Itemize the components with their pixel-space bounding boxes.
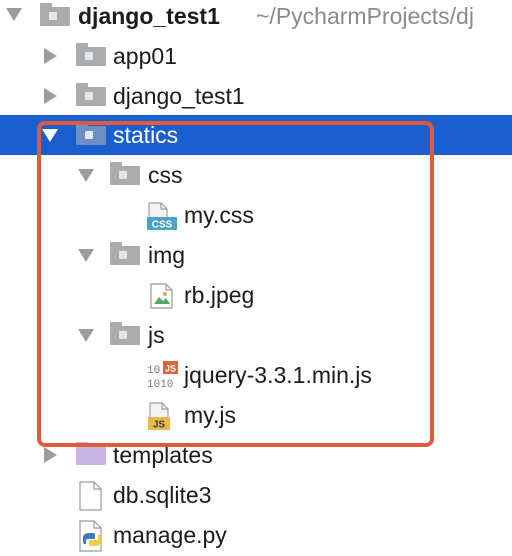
binary-digits: 1010 [147, 379, 173, 390]
tree-item-label: statics [113, 122, 179, 148]
tree-row-templates[interactable]: templates [0, 435, 512, 475]
chevron-down-icon[interactable] [78, 169, 94, 182]
tree-row-css[interactable]: css [0, 155, 512, 195]
tree-item-label: templates [113, 442, 213, 468]
folder-icon [110, 322, 140, 345]
js-badge: JS [165, 364, 176, 374]
tree-item-label: django_test1 [113, 83, 245, 109]
tree-row-jquery-min-js[interactable]: 10 1010 JS jquery-3.3.1.min.js [0, 355, 512, 395]
folder-icon [76, 442, 106, 465]
image-file-icon [150, 283, 174, 309]
tree-row-img[interactable]: img [0, 235, 512, 275]
tree-item-label: manage.py [113, 522, 227, 548]
chevron-down-icon[interactable] [78, 249, 94, 262]
chevron-right-icon[interactable] [44, 88, 57, 104]
chevron-down-icon[interactable] [42, 129, 58, 142]
folder-icon [76, 43, 106, 66]
folder-icon [110, 162, 140, 185]
tree-item-label: img [148, 242, 186, 268]
folder-icon [40, 3, 70, 26]
tree-item-label: app01 [113, 43, 177, 69]
tree-row-statics[interactable]: statics [0, 115, 512, 155]
js-badge: JS [153, 420, 166, 431]
tree-item-label: rb.jpeg [184, 282, 255, 308]
css-badge: CSS [152, 220, 173, 231]
tree-row-project-root[interactable]: django_test1 ~/PycharmProjects/dj [0, 0, 512, 36]
tree-item-label: my.css [184, 202, 254, 228]
svg-text:10: 10 [147, 365, 160, 377]
tree-row-my-css[interactable]: CSS my.css [0, 195, 512, 235]
folder-icon [76, 122, 106, 145]
tree-row-django-test1[interactable]: django_test1 [0, 76, 512, 116]
project-name: django_test1 [78, 3, 220, 29]
tree-item-label: css [148, 162, 183, 188]
tree-row-db-sqlite3[interactable]: db.sqlite3 [0, 475, 512, 515]
tree-item-label: db.sqlite3 [113, 482, 212, 508]
file-icon [79, 481, 103, 511]
chevron-right-icon[interactable] [44, 48, 57, 64]
chevron-down-icon[interactable] [78, 329, 94, 342]
minified-js-file-icon: 10 1010 JS [146, 360, 180, 390]
chevron-down-icon[interactable] [6, 8, 22, 21]
python-file-icon [79, 520, 105, 552]
tree-row-my-js[interactable]: JS my.js [0, 395, 512, 435]
tree-row-rb-jpeg[interactable]: rb.jpeg [0, 275, 512, 315]
tree-item-label: my.js [184, 402, 236, 428]
js-file-icon: JS [148, 402, 178, 430]
tree-row-manage-py[interactable]: manage.py [0, 515, 512, 555]
tree-item-label: js [148, 322, 165, 348]
tree-row-app01[interactable]: app01 [0, 36, 512, 76]
chevron-right-icon[interactable] [44, 447, 57, 463]
tree-row-js[interactable]: js [0, 315, 512, 355]
folder-icon [110, 242, 140, 265]
tree-item-label: jquery-3.3.1.min.js [184, 362, 372, 388]
folder-icon [76, 83, 106, 106]
project-path: ~/PycharmProjects/dj [256, 3, 474, 29]
css-file-icon: CSS [147, 202, 177, 230]
